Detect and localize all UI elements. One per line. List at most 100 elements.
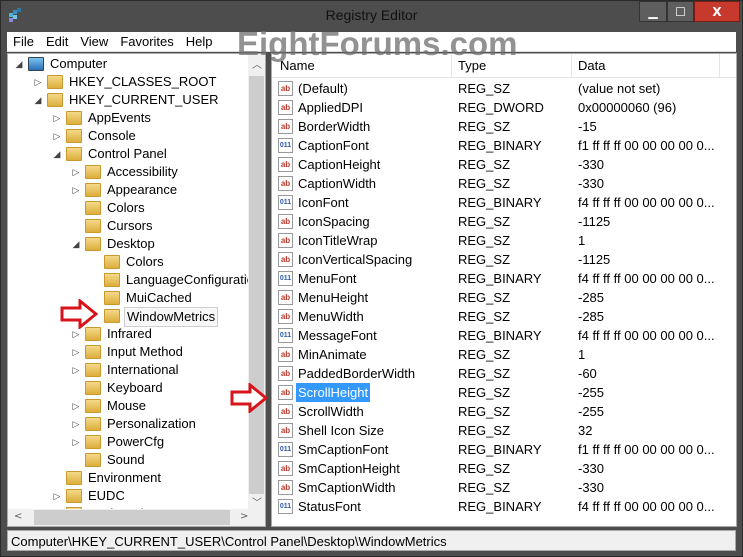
value-name: SmCaptionWidth [298, 480, 396, 495]
expand-arrow-icon[interactable]: ▷ [71, 181, 81, 199]
registry-editor-window: Registry Editor ▁ ☐ X File Edit View Favori… [0, 0, 743, 557]
value-row[interactable]: ab IconVerticalSpacing REG_SZ -1125 [272, 250, 736, 269]
menu-favorites[interactable]: Favorites [114, 32, 179, 49]
binary-value-icon: 011 [278, 442, 293, 457]
tree-item[interactable]: ◢ Control Panel [8, 145, 248, 163]
tree-item[interactable]: WindowMetrics [8, 307, 248, 327]
folder-icon [66, 471, 82, 485]
column-divider[interactable] [719, 54, 720, 78]
close-button[interactable]: X [694, 1, 740, 22]
tree-item[interactable]: Sound [8, 451, 248, 469]
maximize-button[interactable]: ☐ [667, 1, 694, 22]
value-row[interactable]: ab SmCaptionHeight REG_SZ -330 [272, 459, 736, 478]
tree-horizontal-scrollbar[interactable]: < > [8, 509, 265, 526]
tree-item[interactable]: ◢ Computer [8, 55, 248, 73]
expand-arrow-icon[interactable]: ▷ [71, 415, 81, 433]
expand-arrow-icon[interactable]: ▷ [52, 109, 62, 127]
column-divider[interactable] [571, 54, 572, 78]
tree-item[interactable]: Colors [8, 199, 248, 217]
tree-item[interactable]: ◢ HKEY_CURRENT_USER [8, 91, 248, 109]
tree-item[interactable]: ▷ International [8, 361, 248, 379]
column-header-data[interactable]: Data [578, 58, 605, 73]
value-row[interactable]: ab ScrollWidth REG_SZ -255 [272, 402, 736, 421]
value-row[interactable]: ab PaddedBorderWidth REG_SZ -60 [272, 364, 736, 383]
scroll-up-icon[interactable]: ︿ [252, 56, 262, 71]
value-data: -1125 [578, 214, 611, 229]
column-header-type[interactable]: Type [458, 58, 486, 73]
value-name: IconSpacing [298, 214, 370, 229]
value-row[interactable]: 011 IconFont REG_BINARY f4 ff ff ff 00 00 0… [272, 193, 736, 212]
value-row[interactable]: ab SmCaptionWidth REG_SZ -330 [272, 478, 736, 497]
tree-item[interactable]: ▷ EUDC [8, 487, 248, 505]
collapse-arrow-icon[interactable]: ◢ [71, 235, 81, 253]
collapse-arrow-icon[interactable]: ◢ [52, 145, 62, 163]
collapse-arrow-icon[interactable]: ◢ [33, 91, 43, 109]
tree-item[interactable]: Colors [8, 253, 248, 271]
value-name: Shell Icon Size [298, 423, 384, 438]
tree-item[interactable]: Cursors [8, 217, 248, 235]
tree-item[interactable]: ▷ Input Method [8, 343, 248, 361]
menu-help[interactable]: Help [180, 32, 219, 49]
tree-item[interactable]: ▷ Console [8, 127, 248, 145]
tree-item[interactable]: ▷ Mouse [8, 397, 248, 415]
tree-item[interactable]: ◢ Desktop [8, 235, 248, 253]
scroll-left-icon[interactable]: < [14, 511, 22, 522]
value-row[interactable]: 011 StatusFont REG_BINARY f4 ff ff ff 00 00… [272, 497, 736, 516]
tree-item[interactable]: ▷ Personalization [8, 415, 248, 433]
tree-item[interactable]: MuiCached [8, 289, 248, 307]
column-divider[interactable] [451, 54, 452, 78]
scroll-right-icon[interactable]: > [240, 511, 248, 522]
value-data: f4 ff ff ff 00 00 00 00 0... [578, 499, 715, 514]
expand-arrow-icon[interactable]: ▷ [71, 163, 81, 181]
tree-vertical-scrollbar[interactable]: ︿ ﹀ [248, 54, 265, 511]
value-row[interactable]: ab (Default) REG_SZ (value not set) [272, 79, 736, 98]
scroll-down-icon[interactable]: ﹀ [252, 494, 262, 509]
value-row[interactable]: ab CaptionWidth REG_SZ -330 [272, 174, 736, 193]
expand-arrow-icon[interactable]: ▷ [71, 397, 81, 415]
tree-item[interactable]: ▷ Accessibility [8, 163, 248, 181]
collapse-arrow-icon[interactable]: ◢ [14, 55, 24, 73]
value-row[interactable]: ab MinAnimate REG_SZ 1 [272, 345, 736, 364]
value-row[interactable]: ab ScrollHeight REG_SZ -255 [272, 383, 736, 402]
tree-item[interactable]: ▷ PowerCfg [8, 433, 248, 451]
value-type: REG_DWORD [458, 100, 544, 115]
value-row[interactable]: ab MenuWidth REG_SZ -285 [272, 307, 736, 326]
value-data: 1 [578, 347, 586, 362]
expand-arrow-icon[interactable]: ▷ [71, 343, 81, 361]
value-row[interactable]: 011 SmCaptionFont REG_BINARY f1 ff ff ff 00… [272, 440, 736, 459]
value-name: IconTitleWrap [298, 233, 378, 248]
folder-icon [85, 363, 101, 377]
value-row[interactable]: ab IconSpacing REG_SZ -1125 [272, 212, 736, 231]
column-header-name[interactable]: Name [280, 58, 315, 73]
minimize-button[interactable]: ▁ [639, 1, 667, 22]
value-type: REG_SZ [458, 233, 511, 248]
value-row[interactable]: ab IconTitleWrap REG_SZ 1 [272, 231, 736, 250]
menu-file[interactable]: File [7, 32, 40, 49]
value-row[interactable]: ab Shell Icon Size REG_SZ 32 [272, 421, 736, 440]
tree-item[interactable]: LanguageConfiguration [8, 271, 261, 289]
value-row[interactable]: 011 MenuFont REG_BINARY f4 ff ff ff 00 00 0… [272, 269, 736, 288]
expand-arrow-icon[interactable]: ▷ [33, 73, 43, 91]
tree-item[interactable]: ▷ AppEvents [8, 109, 248, 127]
expand-arrow-icon[interactable]: ▷ [71, 433, 81, 451]
expand-arrow-icon[interactable]: ▷ [71, 361, 81, 379]
tree-item[interactable]: ▷ Appearance [8, 181, 248, 199]
tree-item[interactable]: Environment [8, 469, 248, 487]
tree-scroll-thumb[interactable] [249, 76, 264, 494]
value-row[interactable]: ab CaptionHeight REG_SZ -330 [272, 155, 736, 174]
value-type: REG_SZ [458, 214, 511, 229]
value-row[interactable]: ab MenuHeight REG_SZ -285 [272, 288, 736, 307]
tree-item-label: Infrared [107, 326, 152, 341]
value-row[interactable]: 011 CaptionFont REG_BINARY f1 ff ff ff 00 0… [272, 136, 736, 155]
tree-item[interactable]: ▷ Infrared [8, 325, 248, 343]
tree-item[interactable]: ▷ HKEY_CLASSES_ROOT [8, 73, 248, 91]
expand-arrow-icon[interactable]: ▷ [52, 487, 62, 505]
tree-hscroll-thumb[interactable] [34, 510, 230, 525]
menu-view[interactable]: View [74, 32, 114, 49]
expand-arrow-icon[interactable]: ▷ [52, 127, 62, 145]
value-row[interactable]: ab AppliedDPI REG_DWORD 0x00000060 (96) [272, 98, 736, 117]
tree-item[interactable]: Keyboard [8, 379, 248, 397]
menu-edit[interactable]: Edit [40, 32, 74, 49]
value-row[interactable]: ab BorderWidth REG_SZ -15 [272, 117, 736, 136]
value-row[interactable]: 011 MessageFont REG_BINARY f4 ff ff ff 00 0… [272, 326, 736, 345]
